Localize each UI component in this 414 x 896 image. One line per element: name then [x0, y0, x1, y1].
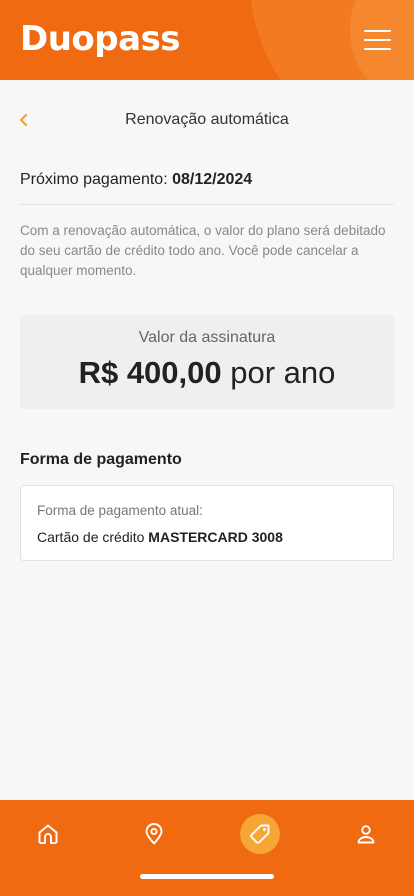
nav-locations[interactable] — [132, 812, 176, 856]
page-title: Renovação automática — [125, 111, 289, 128]
hamburger-menu-icon[interactable] — [364, 30, 392, 50]
subscription-amount: R$ 400,00 — [78, 355, 222, 390]
nav-profile[interactable] — [344, 812, 388, 856]
bottom-navigation — [0, 800, 414, 896]
tag-icon — [250, 824, 270, 844]
current-payment-value: Cartão de crédito MASTERCARD 3008 — [37, 529, 283, 545]
nav-offers[interactable] — [238, 812, 282, 856]
page-topbar: Renovação automática — [0, 100, 414, 140]
nav-offers-active-bubble — [240, 814, 280, 854]
auto-renewal-description: Com a renovação automática, o valor do p… — [20, 223, 386, 278]
next-payment-row: Próximo pagamento: 08/12/2024 — [20, 171, 252, 189]
subscription-period: por ano — [230, 355, 336, 390]
nav-home[interactable] — [26, 812, 70, 856]
home-icon — [38, 824, 58, 844]
app-header: Duopass — [0, 0, 414, 80]
location-pin-icon — [145, 823, 163, 845]
main-content: Renovação automática Próximo pagamento: … — [0, 80, 414, 800]
user-icon — [357, 825, 375, 844]
subscription-price-value: R$ 400,00 por ano — [20, 355, 394, 391]
subscription-price-label: Valor da assinatura — [138, 329, 276, 346]
next-payment-label: Próximo pagamento: — [20, 171, 168, 188]
subscription-price-box: Valor da assinatura R$ 400,00 por ano — [20, 315, 394, 409]
card-name: MASTERCARD 3008 — [148, 529, 283, 545]
payment-method-title: Forma de pagamento — [20, 451, 182, 468]
card-type: Cartão de crédito — [37, 529, 145, 545]
payment-method-card[interactable]: Forma de pagamento atual: Cartão de créd… — [20, 485, 394, 561]
next-payment-date: 08/12/2024 — [172, 171, 253, 188]
divider — [20, 204, 394, 205]
home-indicator[interactable] — [140, 874, 274, 879]
current-payment-label: Forma de pagamento atual: — [37, 503, 203, 518]
duopass-logo[interactable]: Duopass — [20, 19, 181, 59]
